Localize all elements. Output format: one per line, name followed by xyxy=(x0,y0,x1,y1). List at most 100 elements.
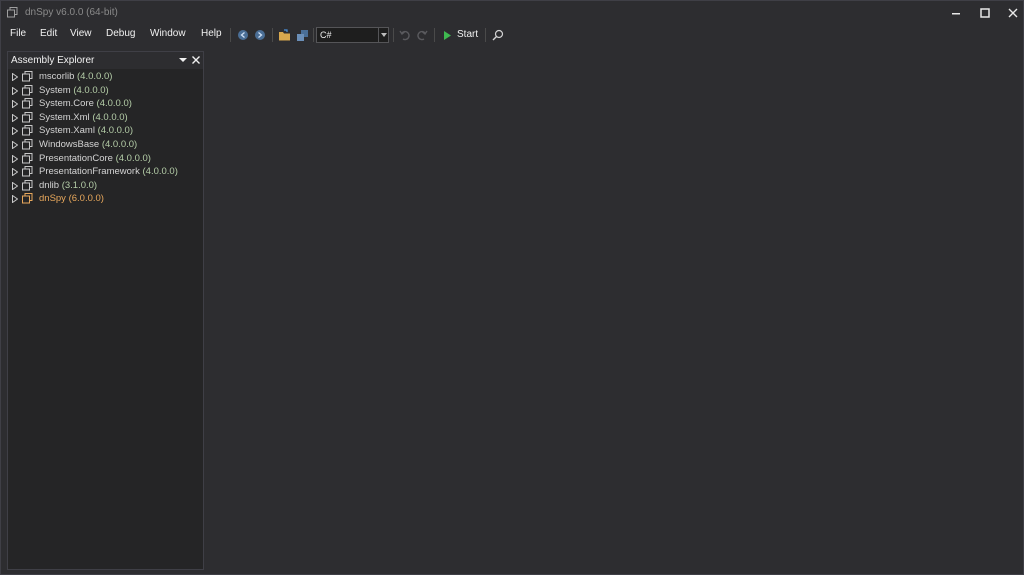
minimize-button[interactable] xyxy=(941,1,971,25)
tree-item-windowsbase[interactable]: WindowsBase (4.0.0.0) xyxy=(8,138,203,152)
expand-arrow-icon[interactable] xyxy=(12,140,18,149)
expand-arrow-icon[interactable] xyxy=(12,73,18,81)
assembly-name: PresentationFramework xyxy=(39,166,140,178)
start-label[interactable]: Start xyxy=(457,29,478,40)
assembly-explorer-header: Assembly Explorer xyxy=(8,52,203,69)
expand-arrow-icon[interactable] xyxy=(12,127,18,136)
tree-item-presentationcore[interactable]: PresentationCore (4.0.0.0) xyxy=(8,152,203,166)
maximize-icon xyxy=(980,8,990,18)
expand-arrow-icon[interactable] xyxy=(12,195,18,204)
tree-item-system-xml[interactable]: System.Xml (4.0.0.0) xyxy=(8,111,203,125)
assembly-icon xyxy=(22,111,33,123)
forward-arrow-icon xyxy=(255,30,265,40)
panel-menu-icon[interactable] xyxy=(178,55,188,65)
assembly-name: dnlib xyxy=(39,179,60,191)
expand-arrow-icon[interactable] xyxy=(12,181,18,190)
assembly-icon xyxy=(22,71,33,82)
assembly-icon xyxy=(22,138,33,150)
assembly-version: (4.0.0.0) xyxy=(96,98,132,110)
open-file-button[interactable] xyxy=(277,27,293,43)
language-select-value: C# xyxy=(320,30,332,40)
toolbar-separator xyxy=(393,28,394,42)
assembly-version: (3.1.0.0) xyxy=(61,179,98,191)
tree-item-presentationframework[interactable]: PresentationFramework (4.0.0.0) xyxy=(8,165,203,179)
assembly-name: dnSpy xyxy=(39,193,66,205)
expand-arrow-icon[interactable] xyxy=(12,154,18,163)
open-list-icon xyxy=(296,29,308,41)
menu-file[interactable]: File xyxy=(10,28,26,39)
assembly-version: (6.0.0.0) xyxy=(68,193,104,205)
search-icon xyxy=(492,29,504,41)
tree-item-system-xaml[interactable]: System.Xaml (4.0.0.0) xyxy=(8,124,203,138)
tree-item-system[interactable]: System (4.0.0.0) xyxy=(8,84,203,98)
menu-debug[interactable]: Debug xyxy=(106,28,135,39)
assembly-name: mscorlib xyxy=(39,71,75,82)
play-icon xyxy=(444,30,451,40)
assembly-icon xyxy=(22,98,33,109)
assembly-icon xyxy=(22,125,33,136)
close-window-button[interactable] xyxy=(998,1,1024,25)
assembly-version: (4.0.0.0) xyxy=(77,71,113,82)
assembly-version: (4.0.0.0) xyxy=(115,152,151,164)
navigate-forward-button[interactable] xyxy=(252,27,268,43)
expand-arrow-icon[interactable] xyxy=(12,168,18,177)
assembly-version: (4.0.0.0) xyxy=(73,84,109,96)
document-area xyxy=(206,46,1023,574)
assembly-explorer-panel: Assembly Explorer mscorlib (4.0.0.0) Sys… xyxy=(7,51,204,570)
toolbar-separator xyxy=(230,28,231,42)
title-bar: dnSpy v6.0.0 (64-bit) xyxy=(1,1,1023,25)
assembly-explorer-title: Assembly Explorer xyxy=(11,55,95,66)
window-title: dnSpy v6.0.0 (64-bit) xyxy=(25,7,118,18)
undo-icon xyxy=(399,30,410,41)
menu-window[interactable]: Window xyxy=(150,28,186,39)
redo-button[interactable] xyxy=(414,27,430,43)
panel-close-icon[interactable] xyxy=(191,54,201,66)
menu-toolbar: File Edit View Debug Window Help C# Star… xyxy=(1,25,1023,45)
close-icon xyxy=(1008,8,1018,18)
assembly-icon xyxy=(22,166,33,177)
assembly-icon xyxy=(22,84,33,96)
tree-item-mscorlib[interactable]: mscorlib (4.0.0.0) xyxy=(8,70,203,84)
dnspy-app-icon xyxy=(7,7,18,18)
assembly-name: WindowsBase xyxy=(39,138,100,150)
chevron-down-icon xyxy=(378,28,388,42)
language-select[interactable]: C# xyxy=(316,27,389,43)
assembly-version: (4.0.0.0) xyxy=(101,138,138,150)
menu-help[interactable]: Help xyxy=(201,28,222,39)
undo-button[interactable] xyxy=(397,27,413,43)
assembly-tree: mscorlib (4.0.0.0) System (4.0.0.0) Syst… xyxy=(8,70,203,206)
assembly-name: System xyxy=(39,84,71,96)
expand-arrow-icon[interactable] xyxy=(12,100,18,109)
menu-edit[interactable]: Edit xyxy=(40,28,57,39)
expand-arrow-icon[interactable] xyxy=(12,113,18,122)
assembly-name: System.Core xyxy=(39,98,94,110)
assembly-version: (4.0.0.0) xyxy=(142,166,178,178)
toolbar-separator xyxy=(485,28,486,42)
minimize-icon xyxy=(952,13,960,15)
assembly-icon xyxy=(22,152,33,164)
open-list-button[interactable] xyxy=(294,27,310,43)
toolbar-separator xyxy=(434,28,435,42)
tree-item-dnlib[interactable]: dnlib (3.1.0.0) xyxy=(8,179,203,193)
tree-item-dnspy[interactable]: dnSpy (6.0.0.0) xyxy=(8,192,203,206)
assembly-icon xyxy=(22,179,33,191)
maximize-button[interactable] xyxy=(970,1,1000,25)
assembly-version: (4.0.0.0) xyxy=(97,125,133,137)
toolbar-separator xyxy=(272,28,273,42)
assembly-version: (4.0.0.0) xyxy=(92,111,128,123)
navigate-back-button[interactable] xyxy=(235,27,251,43)
menu-view[interactable]: View xyxy=(70,28,92,39)
assembly-name: System.Xml xyxy=(39,111,90,123)
tree-item-system-core[interactable]: System.Core (4.0.0.0) xyxy=(8,97,203,111)
open-folder-icon xyxy=(279,28,290,40)
toolbar-separator xyxy=(313,28,314,42)
expand-arrow-icon[interactable] xyxy=(12,86,18,95)
assembly-icon xyxy=(22,193,33,204)
start-debug-button[interactable] xyxy=(439,27,455,43)
assembly-name: System.Xaml xyxy=(39,125,95,137)
app-window: dnSpy v6.0.0 (64-bit) File Edit View Deb… xyxy=(0,0,1024,575)
redo-icon xyxy=(417,30,428,41)
back-arrow-icon xyxy=(238,30,248,40)
assembly-name: PresentationCore xyxy=(39,152,113,164)
search-button[interactable] xyxy=(490,27,506,43)
